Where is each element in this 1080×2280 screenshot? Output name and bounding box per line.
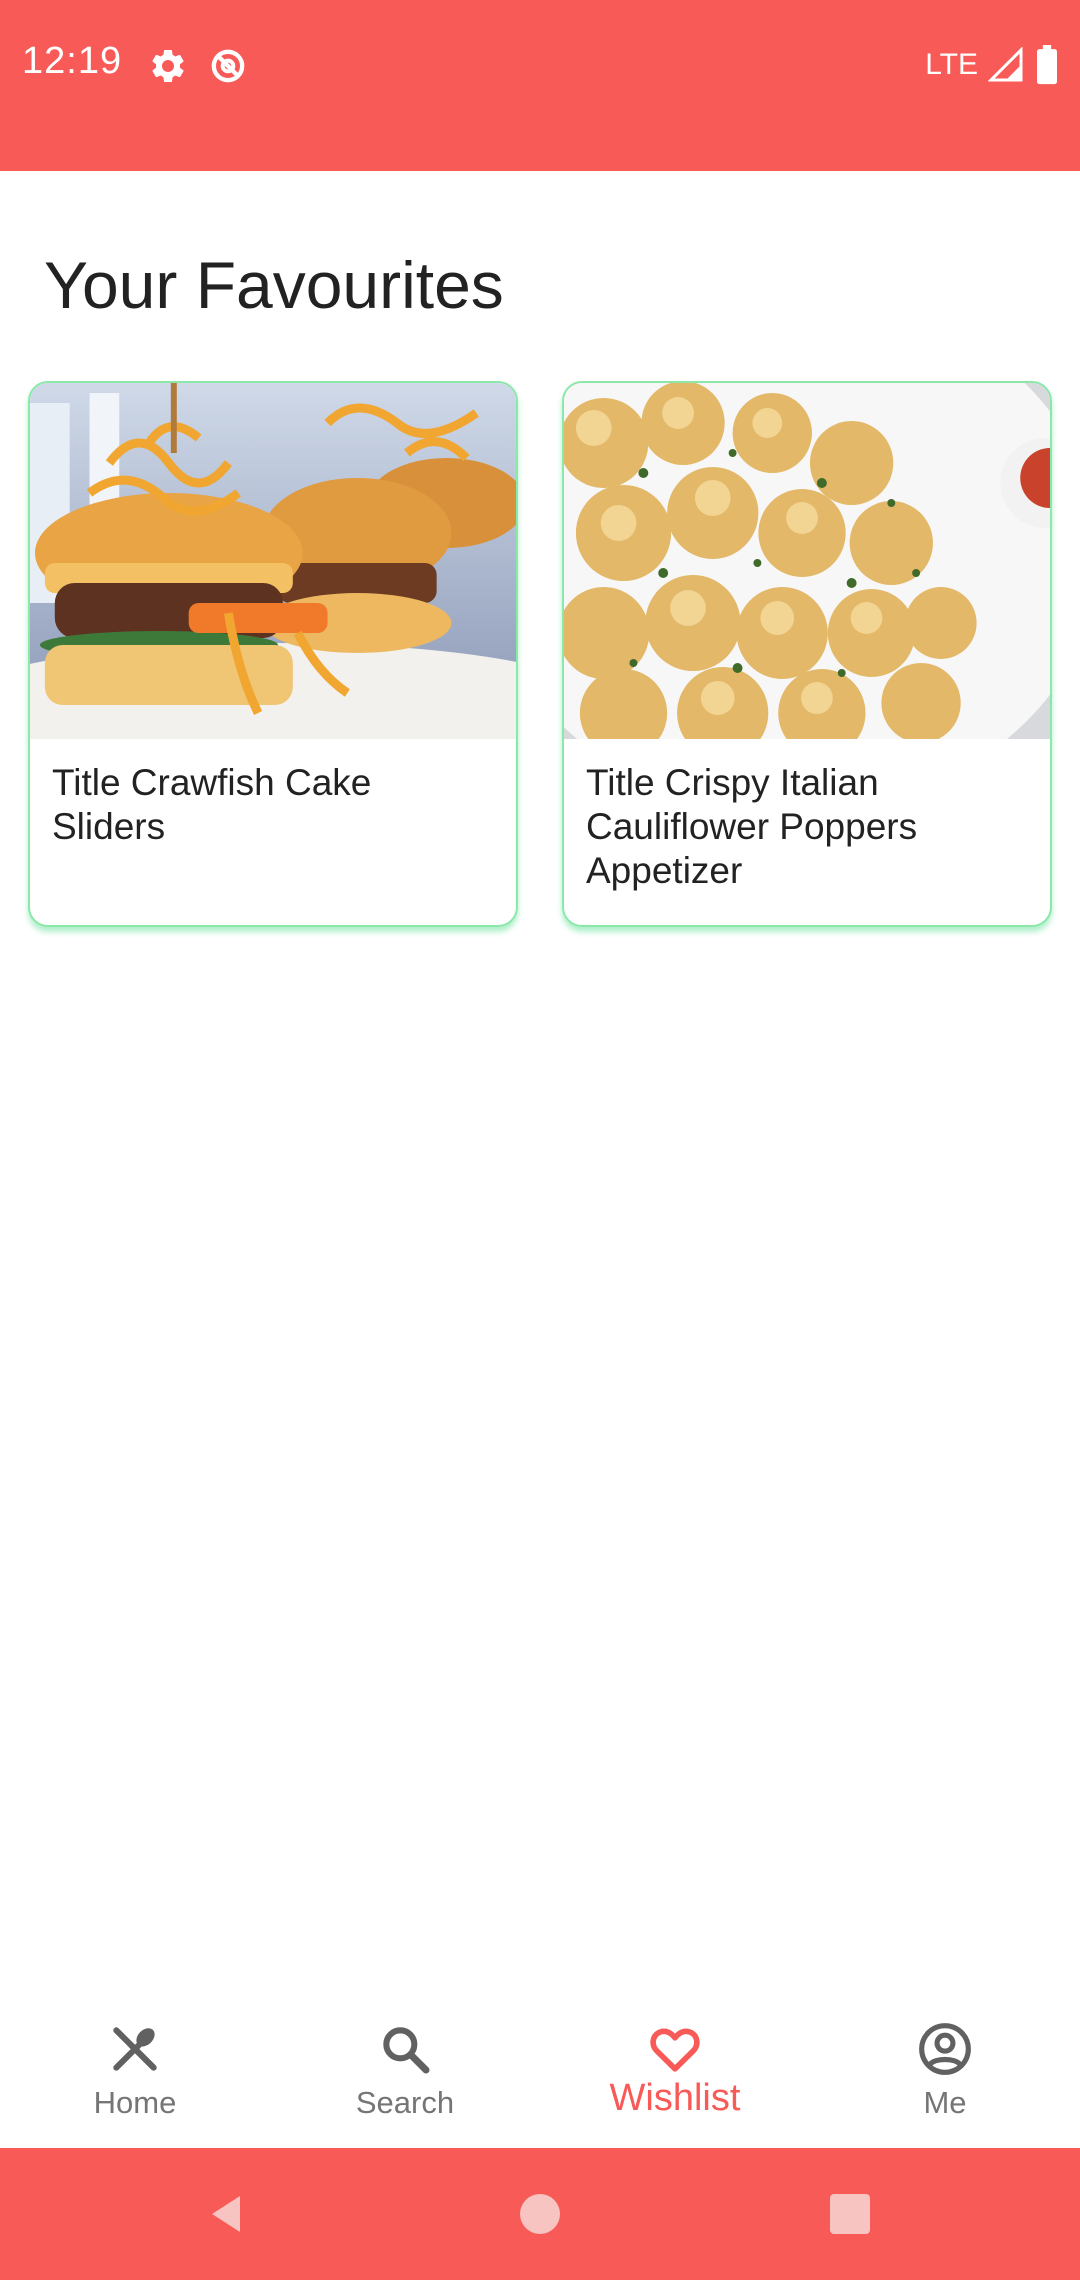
nav-label-me: Me	[923, 2085, 967, 2120]
bottom-navigation: Home Search Wishlist Me	[0, 1993, 1080, 2148]
search-icon	[383, 2027, 430, 2074]
nav-item-wishlist[interactable]: Wishlist	[540, 1993, 810, 2148]
nav-item-me[interactable]: Me	[810, 1993, 1080, 2148]
nav-label-home: Home	[93, 2085, 177, 2120]
back-icon[interactable]	[202, 2190, 250, 2238]
battery-icon	[1037, 45, 1057, 85]
status-bar: 12:19 LTE	[0, 0, 1080, 171]
favourites-screen: Your Favourites Title Crawfish Cake Slid…	[0, 171, 1080, 1993]
status-time: 12:19	[22, 40, 123, 82]
nav-label-search: Search	[355, 2085, 455, 2120]
signal-icon	[988, 47, 1023, 82]
favourite-card-title: Title Crispy Italian Cauliflower Poppers…	[586, 762, 918, 891]
nav-item-home[interactable]: Home	[0, 1993, 270, 2148]
system-navigation-bar	[0, 2148, 1080, 2280]
status-right: LTE	[925, 42, 1060, 88]
favourite-card[interactable]: Title Crawfish Cake Sliders	[28, 381, 518, 927]
nav-label-wishlist: Wishlist	[609, 2077, 741, 2119]
cauliflower-poppers-photo	[564, 383, 1050, 739]
account-circle-icon	[919, 2023, 971, 2075]
heart-icon	[650, 2028, 700, 2072]
page-title: Your Favourites	[44, 248, 504, 322]
utensils-icon	[113, 2027, 157, 2071]
crawfish-sliders-photo	[30, 383, 516, 739]
data-saver-icon	[211, 49, 245, 83]
network-type: LTE	[925, 48, 978, 81]
gear-icon	[152, 49, 184, 82]
home-circle-icon[interactable]	[516, 2190, 564, 2238]
favourite-card[interactable]: Title Crispy Italian Cauliflower Poppers…	[562, 381, 1052, 927]
recents-icon[interactable]	[826, 2190, 874, 2238]
nav-item-search[interactable]: Search	[270, 1993, 540, 2148]
favourite-card-title: Title Crawfish Cake Sliders	[52, 762, 372, 847]
